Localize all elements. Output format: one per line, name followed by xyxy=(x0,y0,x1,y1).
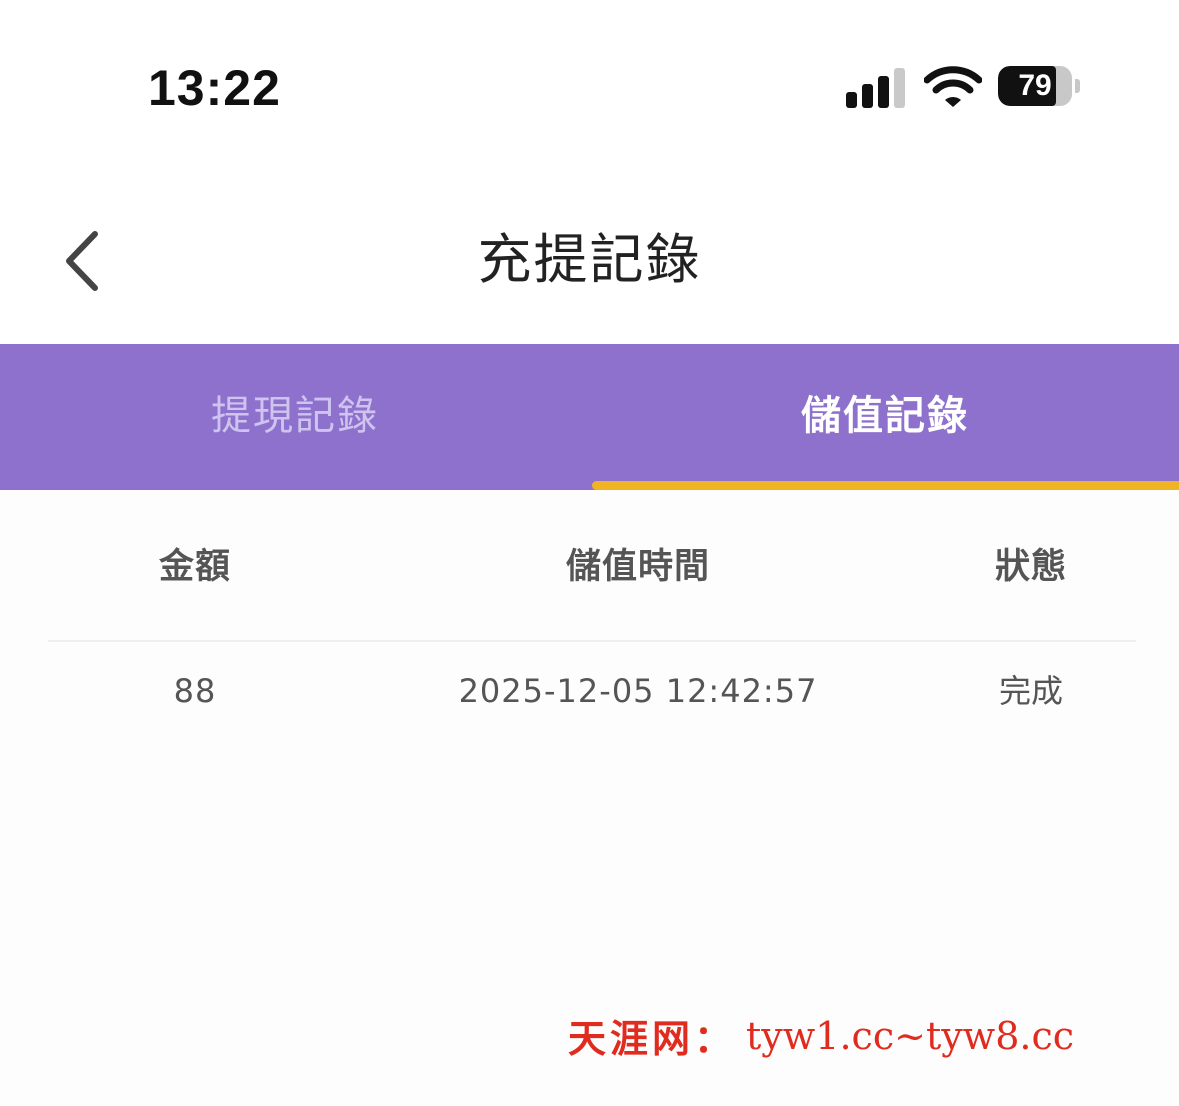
header-amount: 金額 xyxy=(158,547,231,587)
nav-bar: 充提記錄 xyxy=(0,170,1179,344)
watermark-brand: 天涯网： xyxy=(568,1016,737,1061)
battery-cap xyxy=(1075,79,1080,93)
battery-body: 79 xyxy=(998,66,1072,106)
wifi-icon xyxy=(924,66,982,107)
status-time: 13:22 xyxy=(148,60,281,116)
signal-bar xyxy=(862,84,873,108)
header-status: 狀態 xyxy=(994,547,1067,587)
active-tab-indicator xyxy=(592,481,1179,490)
watermark-domains: tyw1.cc~tyw8.cc xyxy=(746,1013,1075,1058)
cell-time: 2025-12-05 12:42:57 xyxy=(458,672,818,710)
tab-withdraw-records[interactable]: 提現記錄 xyxy=(0,344,590,490)
signal-bar xyxy=(846,92,857,108)
tab-deposit-records[interactable]: 儲值記錄 xyxy=(590,344,1179,490)
signal-icon xyxy=(846,68,908,108)
watermark: 天涯网： tyw1.cc~tyw8.cc xyxy=(568,1008,1074,1072)
table-row: 88 2025-12-05 12:42:57 完成 xyxy=(48,642,1136,742)
battery-icon: 79 xyxy=(998,66,1082,108)
signal-bar xyxy=(878,76,889,108)
status-bar: 13:22 79 xyxy=(0,0,1179,170)
table-header: 金額 儲值時間 狀態 xyxy=(48,490,1136,642)
tab-bar: 提現記錄 儲值記錄 xyxy=(0,344,1179,490)
tab-label: 提現記錄 xyxy=(211,393,379,439)
page-title: 充提記錄 xyxy=(477,228,702,291)
header-time: 儲值時間 xyxy=(565,547,710,587)
signal-bar xyxy=(894,68,905,108)
cell-status: 完成 xyxy=(998,672,1063,710)
tab-label: 儲值記錄 xyxy=(801,393,969,439)
battery-level: 79 xyxy=(1018,69,1052,102)
cell-amount: 88 xyxy=(173,672,217,710)
